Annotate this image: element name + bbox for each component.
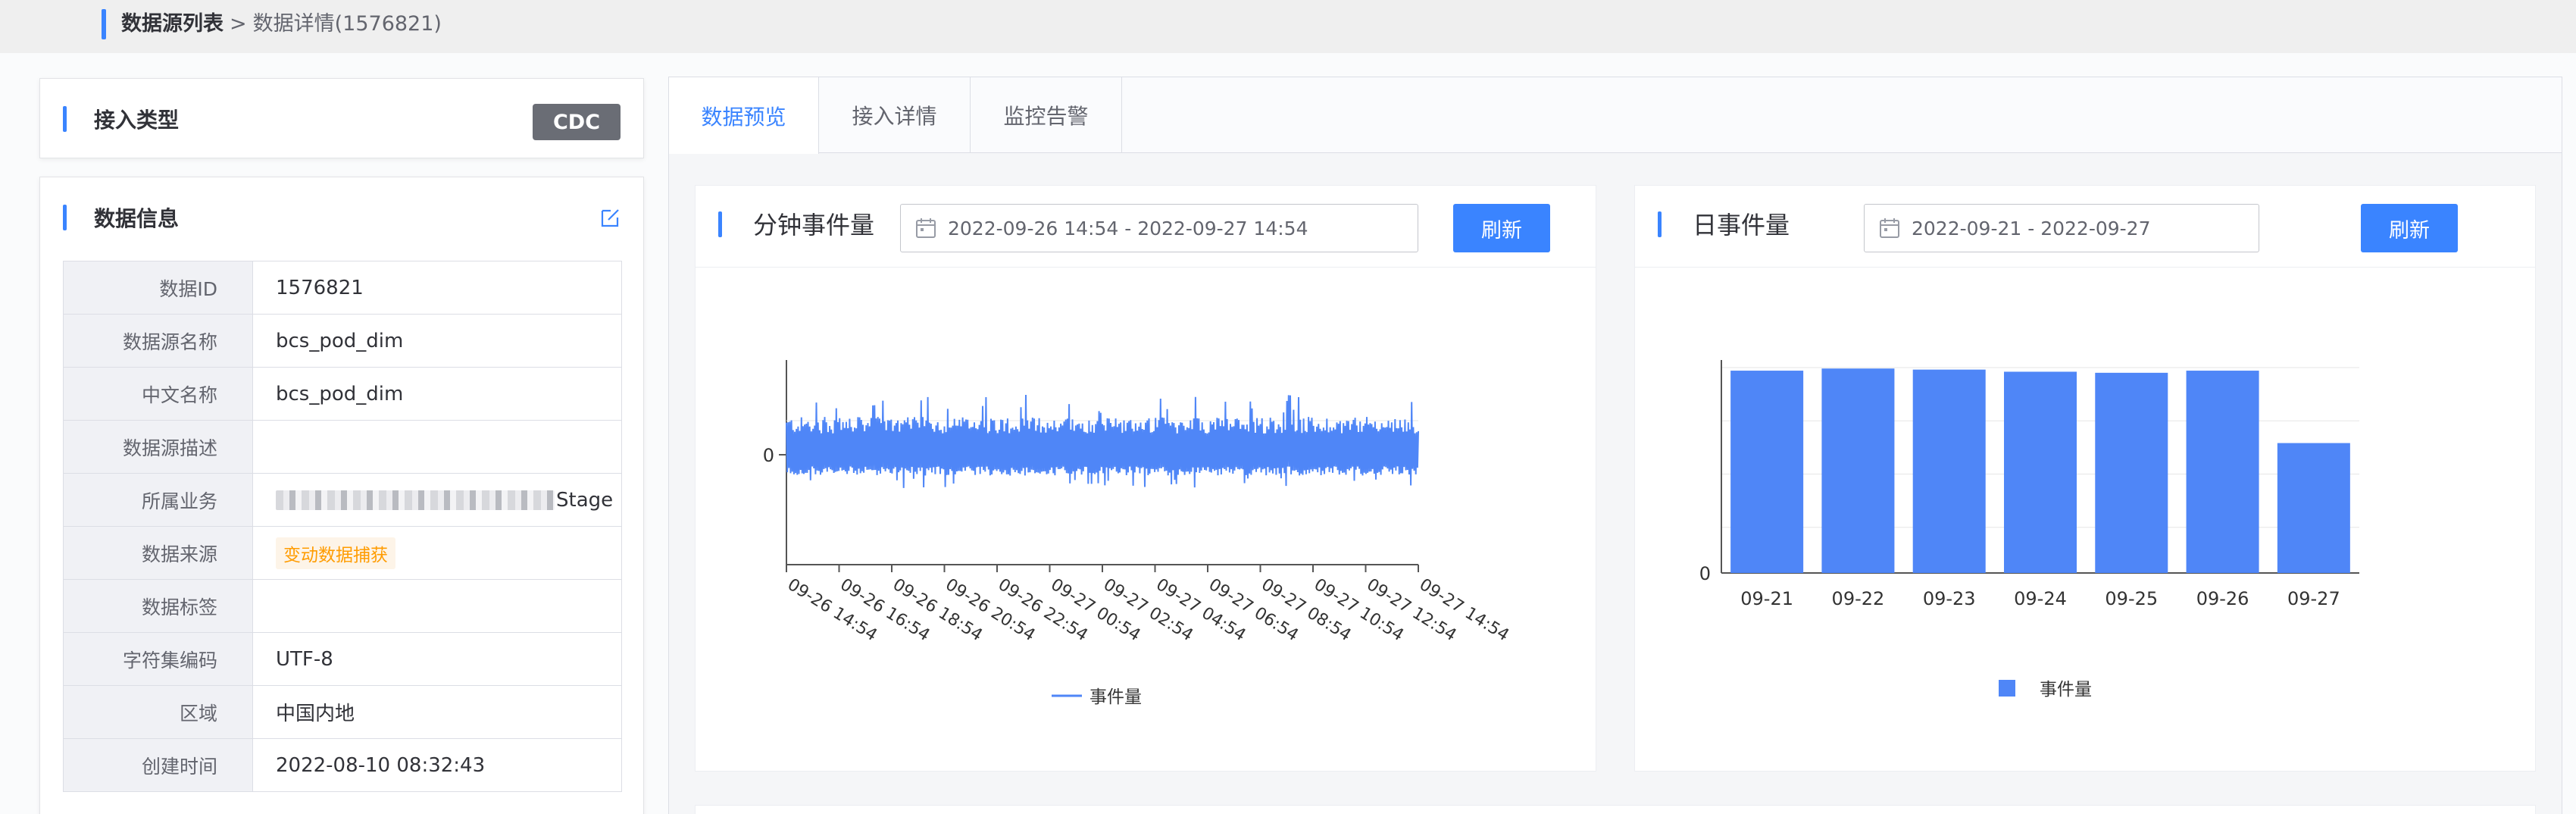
daily-events-bar-chart: 0 09-21 09-22 09-23 09-24 09-25 09-26 09-27 事件量 [1699, 360, 2359, 700]
access-type-title: 接入类型 [63, 79, 179, 159]
info-value-business: Stage [252, 473, 622, 527]
info-row-source-name: 数据源名称 bcs_pod_dim [63, 314, 622, 368]
x-tick-label: 09-26 14:54 [784, 575, 880, 645]
minute-events-panel: 分钟事件量 2022-09-26 14:54 - 2022-09-27 14:5… [695, 185, 1596, 772]
x-tick-label: 09-26 [2196, 588, 2249, 609]
info-value-source: 变动数据捕获 [252, 526, 622, 580]
info-key: 数据来源 [63, 526, 253, 580]
data-info-card: 数据信息 数据ID 1576821 数据源名称 bcs_pod_dim 中文名称 bc… [39, 177, 644, 814]
breadcrumb-separator: > [230, 12, 247, 36]
y-tick-label: 0 [763, 445, 774, 466]
info-row-business: 所属业务 Stage [63, 473, 622, 527]
data-info-table: 数据ID 1576821 数据源名称 bcs_pod_dim 中文名称 bcs_pod… [63, 261, 622, 792]
daily-events-panel: 日事件量 2022-09-21 - 2022-09-27 刷新 0 09-21 09… [1634, 185, 2536, 772]
bar-09-21 [1730, 371, 1804, 573]
x-tick-label: 09-24 [2014, 588, 2067, 609]
tab-data-preview[interactable]: 数据预览 [669, 77, 819, 154]
y-tick-label: 0 [1699, 563, 1711, 584]
info-value: bcs_pod_dim [252, 367, 622, 421]
breadcrumb-accent [102, 9, 106, 39]
bar-09-27 [2277, 443, 2350, 573]
tab-bar: 数据预览 接入详情 监控告警 [669, 77, 2562, 154]
info-row-encoding: 字符集编码 UTF-8 [63, 632, 622, 686]
info-value: 中国内地 [252, 685, 622, 739]
tab-access-detail[interactable]: 接入详情 [819, 77, 971, 153]
info-key: 字符集编码 [63, 632, 253, 686]
tab-monitor-alert[interactable]: 监控告警 [971, 77, 1122, 153]
edit-icon[interactable] [599, 206, 622, 229]
title-accent [63, 205, 67, 230]
info-key: 所属业务 [63, 473, 253, 527]
blurred-text [276, 490, 555, 510]
top-breadcrumb-bar: 数据源列表 > 数据详情(1576821) [0, 0, 2576, 53]
info-value [252, 420, 622, 474]
breadcrumb: 数据源列表 > 数据详情(1576821) [121, 9, 442, 39]
bar-09-26 [2186, 371, 2259, 573]
business-suffix: Stage [556, 488, 614, 512]
breadcrumb-current: 数据详情(1576821) [252, 12, 442, 36]
info-value: 2022-08-10 08:32:43 [252, 738, 622, 792]
info-key: 数据标签 [63, 579, 253, 633]
legend-label: 事件量 [2040, 680, 2092, 700]
x-tick-label: 09-25 [2105, 588, 2158, 609]
info-value: 1576821 [252, 261, 622, 315]
info-key: 创建时间 [63, 738, 253, 792]
x-tick-label: 09-22 [1832, 588, 1885, 609]
access-type-tag: CDC [533, 104, 621, 140]
series-line-event-count [786, 394, 1419, 488]
info-row-region: 区域 中国内地 [63, 685, 622, 739]
info-key: 中文名称 [63, 367, 253, 421]
info-value: UTF-8 [252, 632, 622, 686]
info-row-tags: 数据标签 [63, 579, 622, 633]
bar-09-22 [1821, 368, 1895, 573]
data-info-title: 数据信息 [63, 177, 179, 258]
info-key: 数据源描述 [63, 420, 253, 474]
data-info-label: 数据信息 [94, 206, 180, 231]
info-key: 数据源名称 [63, 314, 253, 368]
x-tick-label: 09-21 [1740, 588, 1793, 609]
legend-bar-swatch [1999, 680, 2015, 697]
access-type-card: 接入类型 CDC [39, 78, 644, 158]
source-tag: 变动数据捕获 [276, 537, 395, 569]
info-value: bcs_pod_dim [252, 314, 622, 368]
info-value [252, 579, 622, 633]
info-key: 区域 [63, 685, 253, 739]
x-tick-label: 09-27 [2287, 588, 2340, 609]
info-row-cn-name: 中文名称 bcs_pod_dim [63, 367, 622, 421]
legend-label: 事件量 [1089, 687, 1142, 707]
detail-panel: 数据预览 接入详情 监控告警 分钟事件量 2022-09-26 14:54 - … [668, 77, 2562, 814]
breadcrumb-root-link[interactable]: 数据源列表 [121, 12, 224, 36]
x-tick-label: 09-23 [1923, 588, 1976, 609]
info-row-data-id: 数据ID 1576821 [63, 261, 622, 315]
info-key: 数据ID [63, 261, 253, 315]
info-row-data-source: 数据来源 变动数据捕获 [63, 526, 622, 580]
minute-events-line-chart: 009-26 14:5409-26 16:5409-26 18:5409-26 … [763, 360, 1512, 707]
next-section-edge [695, 805, 2536, 814]
info-row-description: 数据源描述 [63, 420, 622, 474]
access-type-label: 接入类型 [94, 108, 180, 133]
title-accent [63, 106, 67, 132]
bar-09-23 [1912, 369, 1986, 573]
bar-09-24 [2004, 371, 2077, 573]
info-row-created: 创建时间 2022-08-10 08:32:43 [63, 738, 622, 792]
bar-09-25 [2095, 372, 2168, 573]
